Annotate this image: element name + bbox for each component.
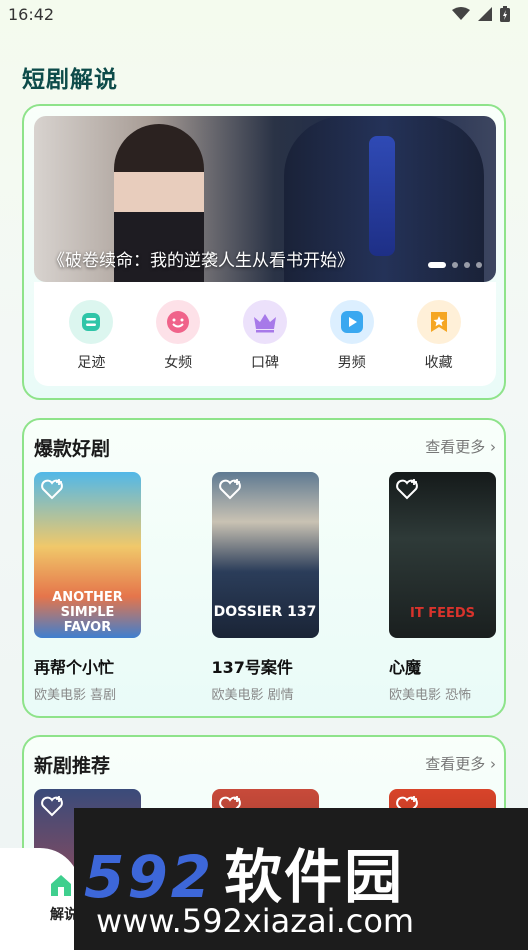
carousel-dot[interactable] [428, 262, 446, 268]
tab-home[interactable] [0, 848, 80, 950]
section-title: 新剧推荐 [34, 755, 111, 777]
page-title: 短剧解说 [22, 67, 118, 93]
movie-list: ANOTHER SIMPLE FAVOR 再帮个小忙 欧美电影 喜剧 DOSSI… [34, 472, 496, 703]
hot-section: 爆款好剧 查看更多 › ANOTHER SIMPLE FAVOR 再帮个小忙 欧… [22, 418, 506, 718]
carousel-dot[interactable] [464, 262, 470, 268]
poster-text: IT FEEDS [409, 606, 476, 621]
play-icon [329, 300, 374, 344]
see-more-label: 查看更多 [425, 438, 486, 456]
status-icons [452, 6, 510, 22]
movie-tags: 欧美电影 恐怖 [389, 688, 472, 703]
quick-nav-label: 女频 [164, 355, 193, 371]
signal-icon [478, 7, 492, 21]
quick-nav: 足迹 女频 口碑 男频 收藏 [34, 282, 496, 386]
movie-tags: 欧美电影 喜剧 [34, 688, 117, 703]
see-more-label: 查看更多 [425, 755, 486, 773]
banner-carousel[interactable]: 《破卷续命：我的逆袭人生从看书开始》 [34, 116, 496, 282]
watermark-overlay: 592 软件园 www.592xiazai.com [74, 808, 528, 950]
status-bar: 16:42 [0, 0, 528, 30]
hero-card: 《破卷续命：我的逆袭人生从看书开始》 足迹 女频 口碑 男频 收藏 [22, 104, 506, 400]
quick-nav-label: 男频 [337, 355, 366, 371]
see-more-link[interactable]: 查看更多 › [425, 436, 496, 457]
movie-title: 再帮个小忙 [34, 658, 115, 677]
banner-tie [369, 136, 395, 256]
heart-icon[interactable] [395, 478, 419, 500]
banner-caption: 《破卷续命：我的逆袭人生从看书开始》 [48, 251, 354, 271]
quick-nav-reputation[interactable]: 口碑 [230, 300, 300, 386]
heart-icon[interactable] [40, 478, 64, 500]
quick-nav-label: 足迹 [77, 355, 106, 371]
movie-card[interactable]: ANOTHER SIMPLE FAVOR 再帮个小忙 欧美电影 喜剧 [34, 472, 182, 703]
carousel-dots [428, 262, 482, 268]
quick-nav-male[interactable]: 男频 [317, 300, 387, 386]
see-more-link[interactable]: 查看更多 › [425, 753, 496, 774]
movie-card[interactable]: DOSSIER 137 137号案件 欧美电影 剧情 [211, 472, 360, 703]
movie-poster[interactable]: DOSSIER 137 [211, 472, 319, 638]
movie-title: 心魔 [389, 658, 422, 677]
carousel-dot[interactable] [476, 262, 482, 268]
heart-icon[interactable] [40, 795, 64, 817]
chevron-right-icon: › [490, 755, 496, 773]
quick-nav-footprint[interactable]: 足迹 [56, 300, 126, 386]
watermark-url: www.592xiazai.com [96, 902, 415, 940]
quick-nav-female[interactable]: 女频 [143, 300, 213, 386]
watermark-number: 592 [84, 843, 215, 911]
star-icon [416, 300, 461, 344]
section-header: 爆款好剧 查看更多 › [34, 434, 496, 464]
poster-text: DOSSIER 137 [213, 604, 317, 620]
section-header: 新剧推荐 查看更多 › [34, 751, 496, 781]
chevron-right-icon: › [490, 438, 496, 456]
home-icon [51, 875, 71, 896]
section-title: 爆款好剧 [34, 438, 111, 460]
movie-poster[interactable]: IT FEEDS [389, 472, 496, 638]
poster-text: ANOTHER SIMPLE FAVOR [52, 590, 123, 635]
smile-face-icon [156, 300, 201, 344]
movie-title: 137号案件 [211, 658, 293, 677]
movie-card[interactable]: IT FEEDS 心魔 欧美电影 恐怖 [389, 472, 496, 703]
wifi-icon [452, 7, 470, 20]
watermark-cn: 软件园 [224, 843, 405, 911]
quick-nav-favorites[interactable]: 收藏 [404, 300, 474, 386]
crown-icon [242, 300, 287, 344]
movie-poster[interactable]: ANOTHER SIMPLE FAVOR [34, 472, 141, 638]
heart-icon[interactable] [218, 478, 242, 500]
status-time: 16:42 [8, 5, 55, 24]
footprint-icon [69, 300, 114, 344]
movie-tags: 欧美电影 剧情 [211, 688, 294, 703]
quick-nav-label: 口碑 [250, 355, 279, 371]
battery-icon [500, 6, 510, 22]
quick-nav-label: 收藏 [424, 355, 453, 371]
carousel-dot[interactable] [452, 262, 458, 268]
